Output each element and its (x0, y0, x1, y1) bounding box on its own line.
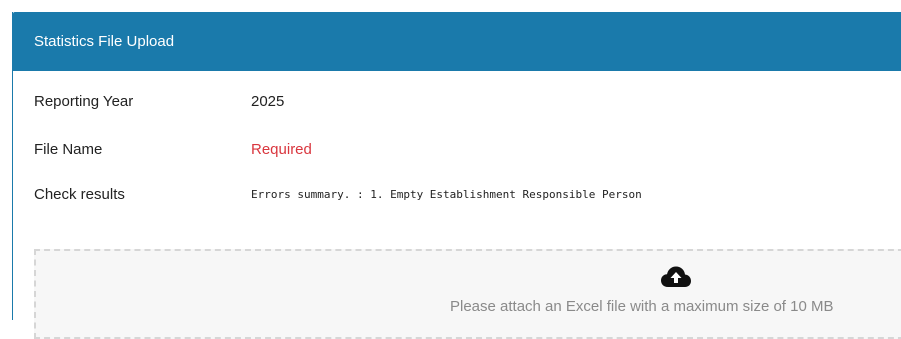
check-results-label: Check results (34, 186, 125, 203)
dropzone-hint: Please attach an Excel file with a maxim… (450, 298, 834, 315)
file-dropzone[interactable]: Please attach an Excel file with a maxim… (34, 249, 901, 339)
reporting-year-value: 2025 (251, 93, 285, 110)
check-results-value: Errors summary. : 1. Empty Establishment… (251, 188, 642, 201)
reporting-year-label: Reporting Year (34, 93, 134, 110)
file-name-required-text: Required (251, 141, 312, 158)
file-name-label: File Name (34, 141, 103, 158)
cloud-upload-icon (661, 266, 691, 287)
panel-title: Statistics File Upload (13, 12, 901, 71)
upload-panel: Statistics File Upload Reporting Year 20… (12, 12, 901, 339)
